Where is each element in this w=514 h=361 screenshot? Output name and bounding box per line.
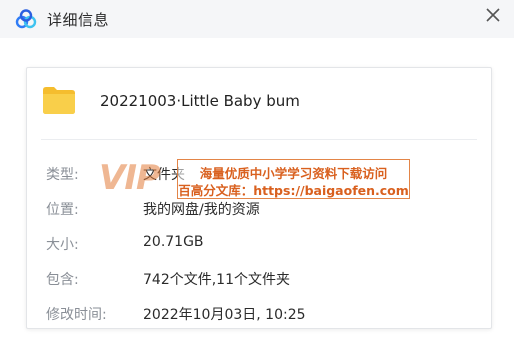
type-label: 类型:: [46, 167, 79, 183]
file-name: 20221003·Little Baby bum: [100, 92, 300, 110]
detail-row-size: 大小: 20.71GB: [27, 234, 491, 254]
size-label: 大小:: [46, 237, 79, 253]
size-value: 20.71GB: [143, 234, 204, 250]
detail-row-location: 位置: 我的网盘/我的资源: [27, 199, 491, 219]
modified-label: 修改时间:: [46, 307, 107, 323]
location-label: 位置:: [46, 202, 79, 218]
title-bar: 详细信息: [0, 0, 514, 38]
baidu-netdisk-logo-icon: [15, 9, 37, 29]
details-panel: 20221003·Little Baby bum 类型: 文件夹 位置: 我的网…: [26, 67, 492, 329]
detail-row-contains: 包含: 742个文件,11个文件夹: [27, 269, 491, 289]
modified-value: 2022年10月03日, 10:25: [143, 307, 306, 323]
contains-value: 742个文件,11个文件夹: [143, 272, 290, 288]
location-value: 我的网盘/我的资源: [143, 202, 260, 218]
detail-row-type: 类型: 文件夹: [27, 164, 491, 184]
close-button[interactable]: [482, 4, 504, 26]
type-value: 文件夹: [143, 167, 185, 183]
detail-row-modified: 修改时间: 2022年10月03日, 10:25: [27, 304, 491, 324]
contains-label: 包含:: [46, 272, 79, 288]
close-icon: [486, 8, 500, 22]
window-title: 详细信息: [47, 11, 110, 29]
divider: [41, 139, 477, 140]
folder-icon: [43, 87, 75, 114]
